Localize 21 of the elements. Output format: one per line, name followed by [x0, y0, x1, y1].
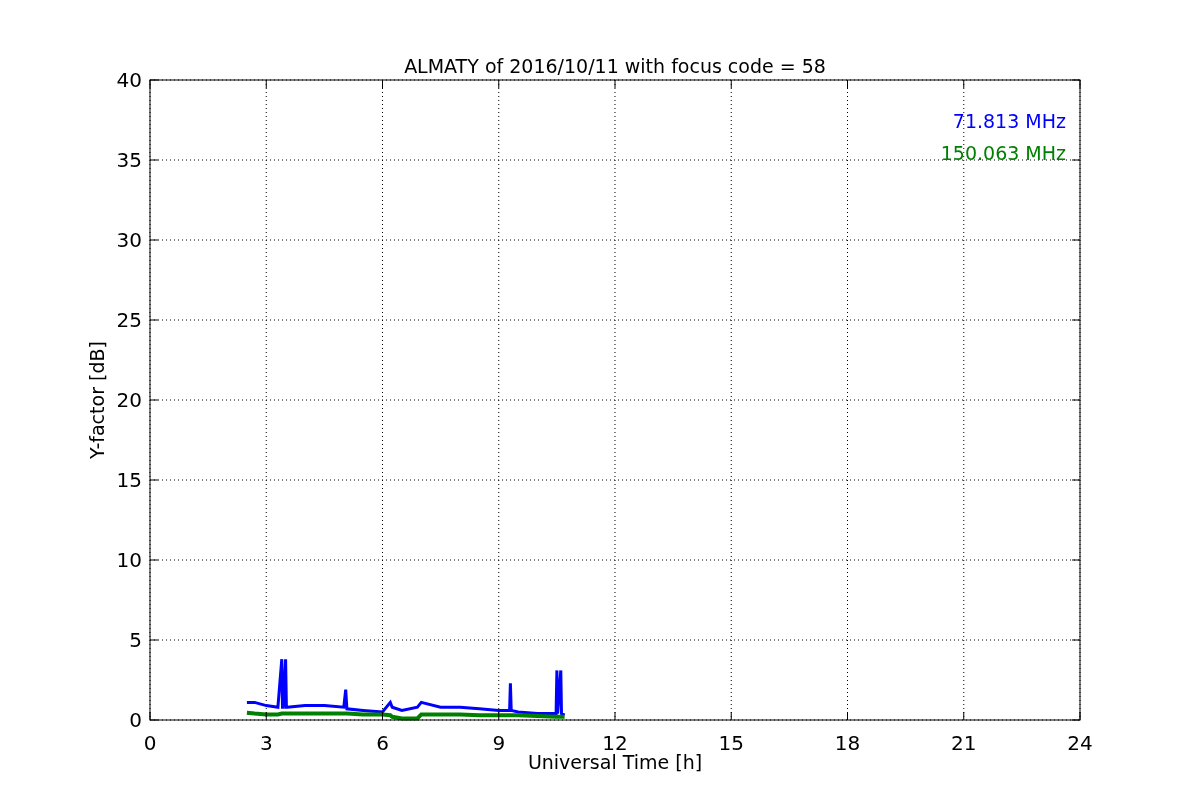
- tick-label: 15: [718, 731, 744, 755]
- tick-label: 0: [143, 731, 157, 755]
- tick-label: 0: [129, 708, 142, 732]
- chart-title: ALMATY of 2016/10/11 with focus code = 58: [404, 55, 826, 77]
- tick-label: 20: [116, 388, 142, 412]
- tick-label: 40: [116, 68, 142, 92]
- tick-label: 18: [834, 731, 861, 755]
- tick-label: 10: [116, 548, 142, 572]
- tick-label: 6: [376, 731, 389, 755]
- tick-label: 9: [492, 731, 506, 755]
- tick-label: 5: [129, 628, 142, 652]
- tick-label: 3: [259, 731, 273, 755]
- tick-label: 15: [116, 468, 142, 492]
- tick-label: 35: [116, 148, 142, 172]
- tick-label: 24: [1067, 731, 1093, 755]
- tick-label: 21: [951, 731, 977, 755]
- axis-label: Y-factor [dB]: [86, 341, 108, 459]
- legend-label: 71.813 MHz: [952, 110, 1066, 132]
- legend-label: 150.063 MHz: [940, 142, 1066, 164]
- tick-label: 30: [116, 228, 142, 252]
- tick-label: 25: [116, 308, 142, 332]
